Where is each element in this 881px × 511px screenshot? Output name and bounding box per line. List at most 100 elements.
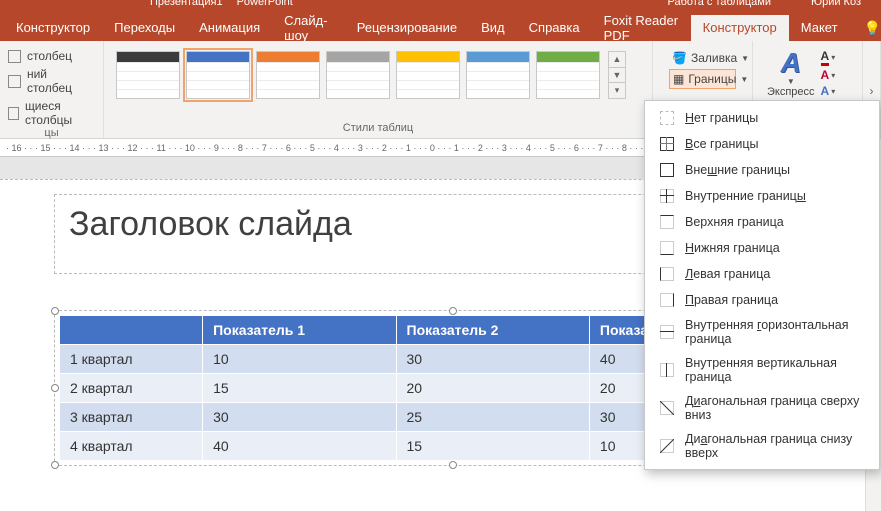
text-outline-button[interactable]: A▾ (821, 68, 836, 82)
menu-item-label: Верхняя граница (685, 215, 784, 229)
table-style-thumb[interactable] (396, 51, 460, 99)
table-style-thumb[interactable] (536, 51, 600, 99)
ribbon-tab[interactable]: Конструктор (691, 15, 789, 41)
ribbon-tab[interactable]: Рецензирование (345, 15, 469, 41)
group-label-styles: Стили таблиц (112, 122, 644, 136)
border-menu-item[interactable]: Все границы (645, 131, 879, 157)
table-options-group: столбецний столбецщиеся столбцы цы (0, 41, 104, 138)
table-style-thumb[interactable] (256, 51, 320, 99)
ribbon-tab[interactable]: Конструктор (4, 15, 102, 41)
styles-scroll-more[interactable]: ▾ (609, 83, 625, 98)
table-cell[interactable]: 20 (396, 374, 589, 403)
text-effects-button[interactable]: A▾ (821, 84, 836, 98)
table-style-thumb[interactable] (186, 51, 250, 99)
menu-item-label: Правая граница (685, 293, 778, 307)
border-type-icon (659, 362, 675, 378)
border-type-icon (659, 266, 675, 282)
styles-scroll-up[interactable]: ▲ (609, 52, 625, 68)
table-cell[interactable]: 30 (396, 345, 589, 374)
resize-handle[interactable] (51, 384, 59, 392)
checkbox-icon (8, 50, 21, 63)
row-label-cell[interactable]: 3 квартал (60, 403, 203, 432)
row-label-cell[interactable]: 1 квартал (60, 345, 203, 374)
resize-handle[interactable] (449, 461, 457, 469)
table-header-cell[interactable] (60, 316, 203, 345)
menu-item-label: Диагональная граница снизу вверх (685, 432, 865, 460)
table-header-cell[interactable]: Показатель 1 (203, 316, 396, 345)
table-cell[interactable]: 40 (203, 432, 396, 461)
border-menu-item[interactable]: Правая граница (645, 287, 879, 313)
border-menu-item[interactable]: Внешние границы (645, 157, 879, 183)
border-menu-item[interactable]: Внутренние границы (645, 183, 879, 209)
border-menu-item[interactable]: Внутренняя горизонтальная граница (645, 313, 879, 351)
table-style-thumb[interactable] (326, 51, 390, 99)
ribbon-tab[interactable]: Макет (789, 15, 850, 41)
border-menu-item[interactable]: Диагональная граница сверху вниз (645, 389, 879, 427)
table-cell[interactable]: 10 (203, 345, 396, 374)
menu-item-label: Внутренняя вертикальная граница (685, 356, 865, 384)
table-styles-group: ▲ ▼ ▾ Стили таблиц (104, 41, 653, 138)
table-option[interactable]: щиеся столбцы (8, 99, 95, 127)
ribbon-tab[interactable]: Вид (469, 15, 517, 41)
titlebar: Презентация1 PowerPoint Работа с таблица… (0, 0, 881, 15)
resize-handle[interactable] (51, 461, 59, 469)
table-option[interactable]: столбец (8, 49, 95, 63)
border-menu-item[interactable]: Нет границы (645, 105, 879, 131)
row-label-cell[interactable]: 2 квартал (60, 374, 203, 403)
border-type-icon (659, 188, 675, 204)
table-cell[interactable]: 30 (203, 403, 396, 432)
table-cell[interactable]: 25 (396, 403, 589, 432)
border-menu-item[interactable]: Нижняя граница (645, 235, 879, 261)
menu-item-label: Левая граница (685, 267, 770, 281)
border-type-icon (659, 324, 675, 340)
ribbon-tab[interactable]: Анимация (187, 15, 272, 41)
menu-item-label: Нижняя граница (685, 241, 780, 255)
ribbon-tabs: КонструкторПереходыАнимацияСлайд-шоуРеце… (0, 15, 881, 41)
border-type-icon (659, 292, 675, 308)
border-type-icon (659, 438, 675, 454)
chevron-right-icon: › (870, 84, 874, 98)
checkbox-icon (8, 75, 21, 88)
menu-item-label: Внешние границы (685, 163, 790, 177)
resize-handle[interactable] (449, 307, 457, 315)
border-type-icon (659, 162, 675, 178)
borders-dropdown-menu: Нет границы Все границы Внешние границы Вну… (644, 100, 880, 470)
table-header-cell[interactable]: Показатель 2 (396, 316, 589, 345)
text-fill-button[interactable]: A▾ (821, 49, 836, 66)
menu-item-label: Диагональная граница сверху вниз (685, 394, 865, 422)
express-label: Экспресс (767, 86, 815, 98)
border-menu-item[interactable]: Внутренняя вертикальная граница (645, 351, 879, 389)
table-cell[interactable]: 15 (396, 432, 589, 461)
wordart-quick-icon[interactable]: A (781, 49, 801, 77)
table-option[interactable]: ний столбец (8, 67, 95, 95)
shading-button[interactable]: 🪣 Заливка ▼ (669, 49, 736, 67)
ribbon-tab[interactable]: Переходы (102, 15, 187, 41)
styles-scroll[interactable]: ▲ ▼ ▾ (608, 51, 626, 99)
table-cell[interactable]: 15 (203, 374, 396, 403)
border-type-icon (659, 400, 675, 416)
ribbon-tab[interactable]: Справка (517, 15, 592, 41)
resize-handle[interactable] (51, 307, 59, 315)
checkbox-icon (8, 107, 19, 120)
context-tab-label: Работа с таблицами (668, 0, 771, 8)
table-style-thumb[interactable] (466, 51, 530, 99)
menu-item-label: Внутренние границы (685, 189, 806, 203)
border-type-icon (659, 136, 675, 152)
bucket-icon: 🪣 (672, 50, 687, 66)
borders-button[interactable]: ▦ Границы ▼ (669, 69, 736, 89)
table-style-thumb[interactable] (116, 51, 180, 99)
row-label-cell[interactable]: 4 квартал (60, 432, 203, 461)
border-menu-item[interactable]: Левая граница (645, 261, 879, 287)
borders-icon: ▦ (673, 71, 684, 87)
tell-me-icon[interactable]: 💡 (864, 20, 881, 37)
dropdown-icon: ▼ (741, 54, 749, 63)
styles-scroll-down[interactable]: ▼ (609, 68, 625, 84)
app-name: PowerPoint (237, 0, 293, 8)
border-type-icon (659, 110, 675, 126)
border-menu-item[interactable]: Верхняя граница (645, 209, 879, 235)
border-menu-item[interactable]: Диагональная граница снизу вверх (645, 427, 879, 465)
user-name: Юрий Коз (811, 0, 861, 8)
border-type-icon (659, 214, 675, 230)
menu-item-label: Все границы (685, 137, 759, 151)
border-type-icon (659, 240, 675, 256)
